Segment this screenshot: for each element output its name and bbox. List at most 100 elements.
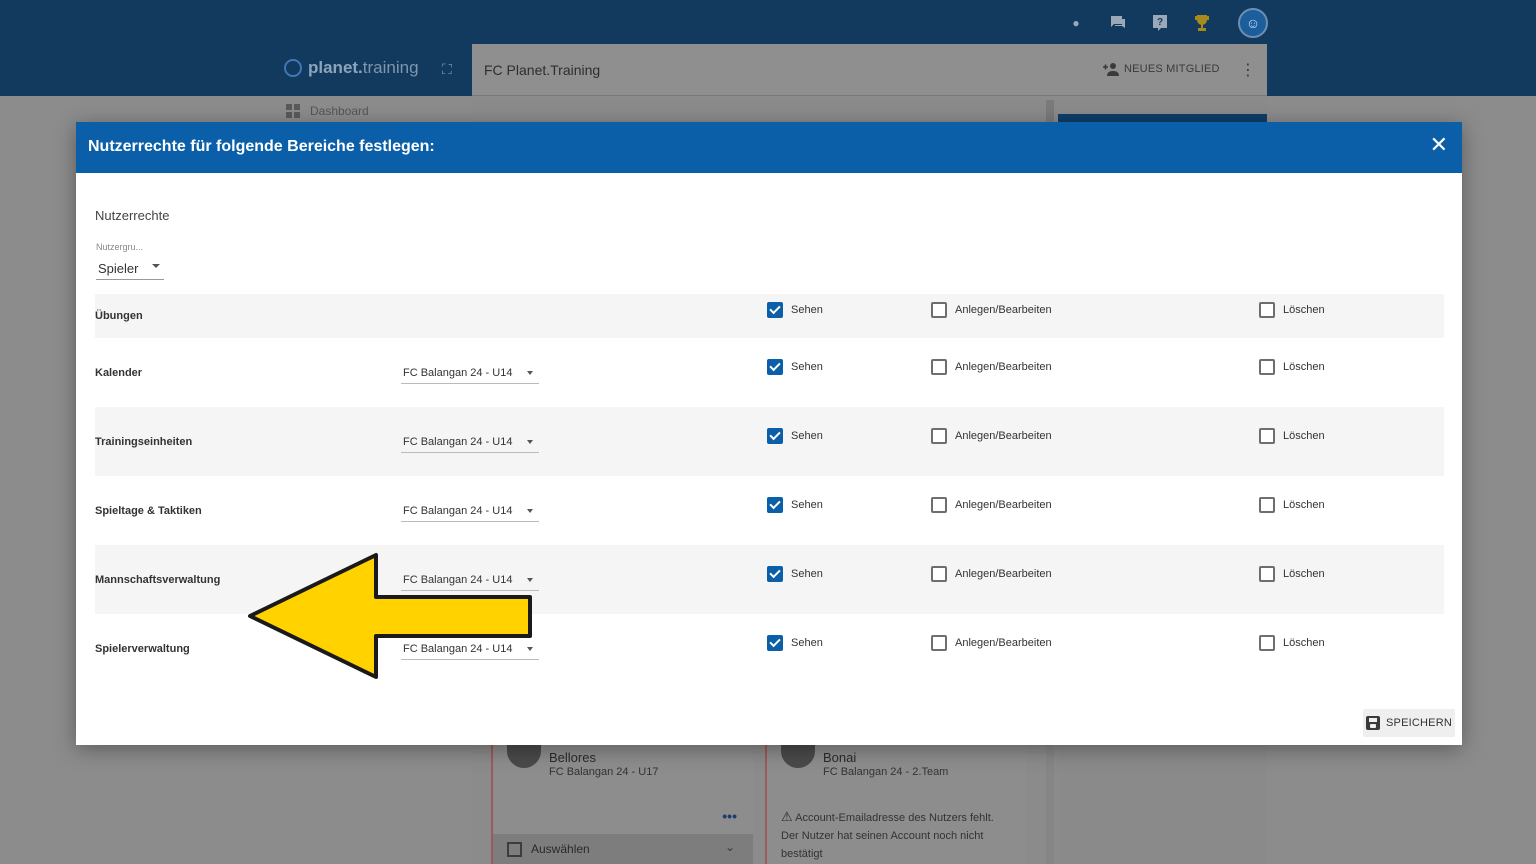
checkbox-checked-icon xyxy=(767,302,783,318)
row-label: Kalender xyxy=(95,367,143,379)
row-label: Trainingseinheiten xyxy=(95,436,193,448)
brand-name-part1: planet. xyxy=(308,58,363,77)
new-member-button[interactable]: NEUES MITGLIED xyxy=(1102,62,1220,76)
save-button[interactable]: SPEICHERN xyxy=(1363,709,1455,737)
checkbox-empty-icon xyxy=(931,428,947,444)
trophy-icon[interactable] xyxy=(1190,11,1214,35)
new-member-label: NEUES MITGLIED xyxy=(1124,63,1220,75)
check-label: Sehen xyxy=(791,637,823,649)
delete-checkbox[interactable]: Löschen xyxy=(1259,566,1325,582)
save-label: SPEICHERN xyxy=(1386,717,1452,729)
save-disk-icon xyxy=(1366,716,1380,730)
checkbox-checked-icon xyxy=(767,566,783,582)
user-group-select[interactable]: Spieler xyxy=(96,258,164,280)
checkbox-empty-icon xyxy=(931,302,947,318)
check-label: Anlegen/Bearbeiten xyxy=(955,361,1052,373)
check-label: Löschen xyxy=(1283,304,1325,316)
more-horiz-icon[interactable]: ••• xyxy=(722,808,737,824)
warning-icon: ⚠ xyxy=(781,809,793,824)
team-select[interactable]: FC Balangan 24 - U14 xyxy=(401,500,539,522)
checkbox-empty-icon xyxy=(931,635,947,651)
member-team: FC Balangan 24 - 2.Team xyxy=(823,766,949,778)
check-label: Löschen xyxy=(1283,637,1325,649)
scrollbar-thumb[interactable] xyxy=(1046,100,1054,122)
status-dot-icon[interactable]: ● xyxy=(1064,11,1088,35)
section-title: Nutzerrechte xyxy=(95,208,170,223)
user-group-value: Spieler xyxy=(98,261,139,276)
edit-checkbox[interactable]: Anlegen/Bearbeiten xyxy=(931,428,1052,444)
brand-name-part2: training xyxy=(362,58,419,77)
caret-down-icon xyxy=(527,371,533,375)
check-label: Löschen xyxy=(1283,430,1325,442)
permission-row-uebungen: Übungen Sehen Anlegen/Bearbeiten Löschen xyxy=(95,294,1444,338)
fullscreen-icon[interactable]: ⛶ xyxy=(442,61,452,78)
checkbox-checked-icon xyxy=(767,359,783,375)
checkbox-checked-icon xyxy=(767,635,783,651)
checkbox-empty-icon xyxy=(1259,497,1275,513)
check-label: Anlegen/Bearbeiten xyxy=(955,499,1052,511)
permission-row-kalender: Kalender FC Balangan 24 - U14 Sehen Anle… xyxy=(95,338,1444,407)
chat-icon[interactable] xyxy=(1106,11,1130,35)
select-checkbox[interactable] xyxy=(507,842,522,857)
delete-checkbox[interactable]: Löschen xyxy=(1259,428,1325,444)
row-label: Spielerverwaltung xyxy=(95,643,190,655)
caret-down-icon xyxy=(152,264,160,268)
see-checkbox[interactable]: Sehen xyxy=(767,635,823,651)
sidebar-item-label: Dashboard xyxy=(310,104,369,118)
check-label: Anlegen/Bearbeiten xyxy=(955,430,1052,442)
edit-checkbox[interactable]: Anlegen/Bearbeiten xyxy=(931,566,1052,582)
checkbox-checked-icon xyxy=(767,428,783,444)
edit-checkbox[interactable]: Anlegen/Bearbeiten xyxy=(931,359,1052,375)
delete-checkbox[interactable]: Löschen xyxy=(1259,497,1325,513)
caret-down-icon xyxy=(527,509,533,513)
check-label: Löschen xyxy=(1283,361,1325,373)
club-title: FC Planet.Training xyxy=(484,62,601,78)
close-icon[interactable]: ✕ xyxy=(1430,134,1448,156)
see-checkbox[interactable]: Sehen xyxy=(767,359,823,375)
check-label: Anlegen/Bearbeiten xyxy=(955,568,1052,580)
warning-title: Account-Emailadresse des Nutzers fehlt. xyxy=(795,812,994,824)
dialog-header: Nutzerrechte für folgende Bereiche festl… xyxy=(76,122,1462,173)
edit-checkbox[interactable]: Anlegen/Bearbeiten xyxy=(931,497,1052,513)
team-value: FC Balangan 24 - U14 xyxy=(403,435,513,448)
member-name: Bonai xyxy=(823,750,857,765)
help-icon[interactable]: ? xyxy=(1148,11,1172,35)
edit-checkbox[interactable]: Anlegen/Bearbeiten xyxy=(931,635,1052,651)
member-name: Bellores xyxy=(549,750,596,765)
more-vert-icon[interactable]: ⋮ xyxy=(1240,60,1256,80)
team-value: FC Balangan 24 - U14 xyxy=(403,366,513,379)
check-label: Anlegen/Bearbeiten xyxy=(955,304,1052,316)
delete-checkbox[interactable]: Löschen xyxy=(1259,302,1325,318)
member-card[interactable]: Bellores FC Balangan 24 - U17 ••• Auswäh… xyxy=(491,740,753,864)
scrollbar-track[interactable] xyxy=(1046,742,1054,864)
user-avatar[interactable]: ☺ xyxy=(1238,8,1268,38)
select-label: Auswählen xyxy=(531,842,590,856)
checkbox-empty-icon xyxy=(931,497,947,513)
account-warning: ⚠ Account-Emailadresse des Nutzers fehlt… xyxy=(781,808,1021,863)
tutorial-arrow-icon xyxy=(248,553,532,679)
caret-down-icon xyxy=(527,440,533,444)
see-checkbox[interactable]: Sehen xyxy=(767,302,823,318)
check-label: Anlegen/Bearbeiten xyxy=(955,637,1052,649)
check-label: Löschen xyxy=(1283,499,1325,511)
checkbox-empty-icon xyxy=(1259,428,1275,444)
see-checkbox[interactable]: Sehen xyxy=(767,566,823,582)
see-checkbox[interactable]: Sehen xyxy=(767,497,823,513)
delete-checkbox[interactable]: Löschen xyxy=(1259,635,1325,651)
planet-logo-icon xyxy=(284,59,302,77)
see-checkbox[interactable]: Sehen xyxy=(767,428,823,444)
team-select[interactable]: FC Balangan 24 - U14 xyxy=(401,362,539,384)
team-select[interactable]: FC Balangan 24 - U14 xyxy=(401,431,539,453)
chevron-down-icon[interactable]: ⌄ xyxy=(725,840,735,854)
checkbox-empty-icon xyxy=(1259,566,1275,582)
edit-checkbox[interactable]: Anlegen/Bearbeiten xyxy=(931,302,1052,318)
team-value: FC Balangan 24 - U14 xyxy=(403,504,513,517)
permission-row-trainingseinheiten: Trainingseinheiten FC Balangan 24 - U14 … xyxy=(95,407,1444,476)
checkbox-empty-icon xyxy=(1259,359,1275,375)
checkbox-checked-icon xyxy=(767,497,783,513)
member-card[interactable]: Bonai FC Balangan 24 - 2.Team ⚠ Account-… xyxy=(765,740,1027,864)
app-logo[interactable]: planet. training xyxy=(284,58,419,78)
delete-checkbox[interactable]: Löschen xyxy=(1259,359,1325,375)
sidebar-item-dashboard[interactable]: Dashboard xyxy=(286,104,369,118)
checkbox-empty-icon xyxy=(931,359,947,375)
